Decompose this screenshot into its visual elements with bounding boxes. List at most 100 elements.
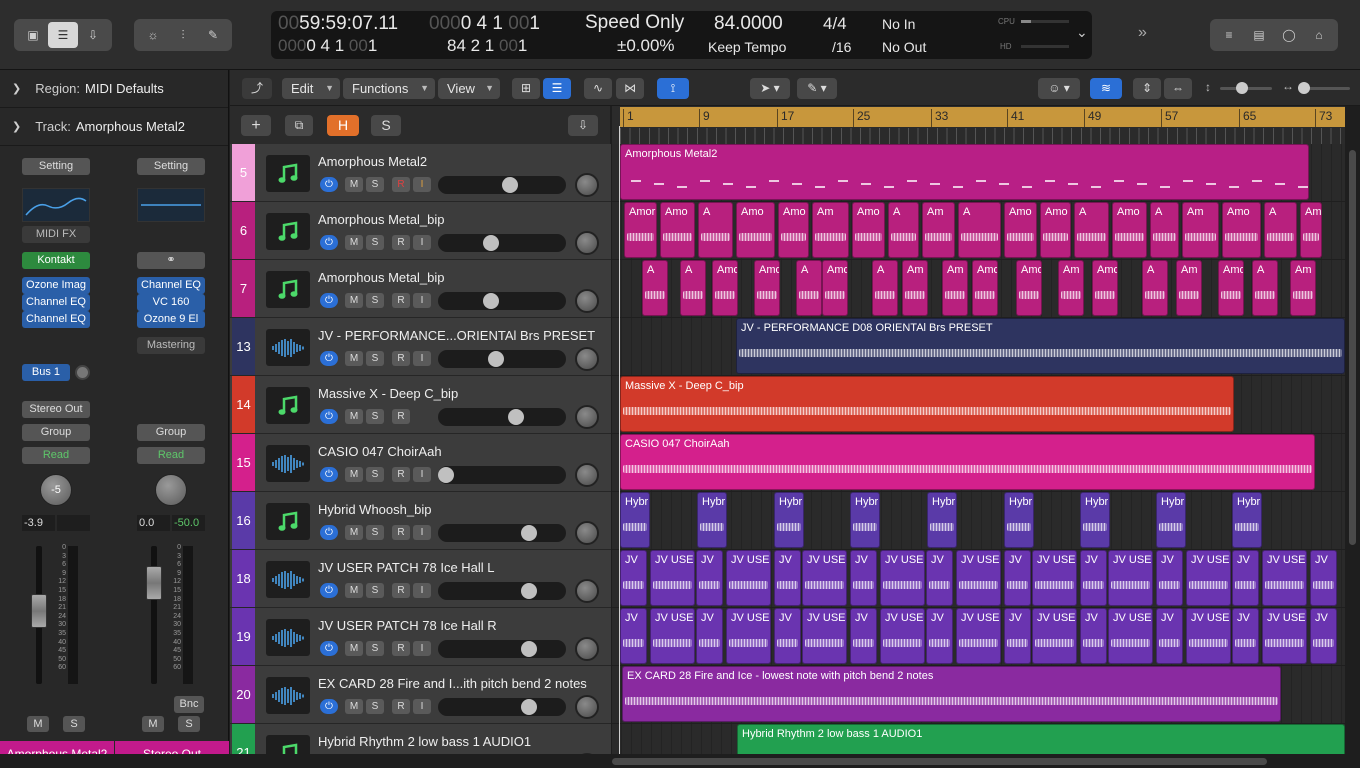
region[interactable]: JV (926, 608, 953, 664)
track-volume-slider[interactable] (438, 292, 566, 310)
region[interactable]: Amo (1004, 202, 1037, 258)
record-enable-button[interactable]: R (392, 235, 410, 250)
automation-icon[interactable]: ∿ (584, 78, 612, 99)
input-monitor-button[interactable]: I (413, 177, 431, 192)
region[interactable]: JV USE (1108, 608, 1153, 664)
input-monitor-button[interactable]: I (413, 467, 431, 482)
track-solo-button[interactable]: S (366, 699, 384, 714)
pointer-tool-icon[interactable]: ➤ ▾ (750, 78, 790, 99)
pencil-tool-icon[interactable]: ✎ ▾ (797, 78, 837, 99)
volume-value[interactable]: 0.0 (137, 515, 170, 531)
region[interactable]: A (872, 260, 898, 316)
region[interactable]: JV (926, 550, 953, 606)
track-solo-button[interactable]: S (366, 293, 384, 308)
setting-button[interactable]: Setting (137, 158, 205, 175)
insert-slot-2[interactable]: VC 160 (137, 294, 205, 311)
group-slot[interactable]: Group (137, 424, 205, 441)
track-mute-button[interactable]: M (345, 641, 363, 656)
insert-slot-1[interactable]: Ozone Imag (22, 277, 90, 294)
region[interactable]: Am (1058, 260, 1084, 316)
track-pan-knob[interactable] (575, 231, 599, 255)
volume-knob[interactable] (521, 583, 537, 599)
region[interactable]: JV USE (880, 550, 925, 606)
track-header[interactable]: 21Hybrid Rhythm 2 low bass 1 AUDIO1⏻MSRI (230, 724, 611, 754)
chevron-down-icon[interactable]: ⌄ (1076, 24, 1088, 41)
track-header[interactable]: 7 Amorphous Metal_bip ⏻ M S R I (230, 260, 611, 318)
power-icon[interactable]: ⏻ (320, 641, 338, 656)
view-menu[interactable]: View ▼ (438, 78, 500, 99)
track-mute-button[interactable]: M (345, 351, 363, 366)
list-view-icon[interactable]: ☰ (543, 78, 571, 99)
track-header[interactable]: 19 JV USER PATCH 78 Ice Hall R ⏻ M S R I (230, 608, 611, 666)
more-icon[interactable]: » (1138, 24, 1147, 42)
track-solo-button[interactable]: S (366, 583, 384, 598)
region[interactable]: JV USE (1186, 608, 1231, 664)
region[interactable]: Am (902, 260, 928, 316)
power-icon[interactable]: ⏻ (320, 293, 338, 308)
region[interactable]: Amo (736, 202, 775, 258)
track-mute-button[interactable]: M (345, 525, 363, 540)
track-header[interactable]: 5 Amorphous Metal2 ⏻ M S R I (230, 144, 611, 202)
track-lane[interactable]: Amor Amo A Amo Amo Am Amo A Am A Amo Amo A Amo A Am Amo A… (612, 202, 1345, 260)
volume-knob[interactable] (488, 351, 504, 367)
track-pan-knob[interactable] (575, 463, 599, 487)
record-enable-button[interactable]: R (392, 583, 410, 598)
insert-slot-3[interactable]: Channel EQ (22, 311, 90, 328)
record-enable-button[interactable]: R (392, 351, 410, 366)
region[interactable]: Am (942, 260, 968, 316)
track-mute-button[interactable]: M (345, 409, 363, 424)
download-icon[interactable]: ⇩ (78, 22, 108, 48)
volume-knob[interactable] (508, 409, 524, 425)
region[interactable]: JV (1156, 608, 1183, 664)
region[interactable]: JV (1310, 550, 1337, 606)
volume-value[interactable]: -3.9 (22, 515, 55, 531)
region[interactable]: JV (1004, 550, 1031, 606)
power-icon[interactable]: ⏻ (320, 409, 338, 424)
link-icon[interactable]: ⚭ (137, 252, 205, 269)
insert-slot-3[interactable]: Ozone 9 El (137, 311, 205, 328)
region[interactable]: Hybr (774, 492, 804, 548)
bar-ruler[interactable]: 1 9 17 25 33 41 49 57 65 73 (612, 106, 1345, 144)
track-solo-button[interactable]: S (366, 235, 384, 250)
region[interactable]: JV USE (956, 550, 1001, 606)
power-icon[interactable]: ⏻ (320, 583, 338, 598)
mute-button[interactable]: M (142, 716, 164, 732)
vertical-scrollbar[interactable] (1349, 150, 1356, 545)
fit-vertical-icon[interactable]: ⇕ (1133, 78, 1161, 99)
region[interactable]: Amo (778, 202, 809, 258)
region[interactable]: JV (1156, 550, 1183, 606)
region[interactable]: JV - PERFORMANCE D08 ORIENTAl Brs PRESET (736, 318, 1345, 374)
volume-fader-cap[interactable] (31, 594, 47, 628)
back-icon[interactable]: ⤴ (242, 78, 272, 99)
track-name[interactable]: Amorphous Metal2 (318, 154, 427, 169)
region[interactable]: A (680, 260, 706, 316)
global-solo-button[interactable]: S (371, 115, 401, 136)
arrange-area[interactable]: Amorphous Metal2 Amor Amo A Amo Amo Am Amo A Am A A… (612, 144, 1345, 754)
duplicate-track-icon[interactable]: ⧉ (285, 115, 313, 136)
catch-icon[interactable]: ⇩ (568, 115, 598, 136)
track-mute-button[interactable]: M (345, 177, 363, 192)
region[interactable]: Amo (712, 260, 738, 316)
send-knob[interactable] (75, 365, 90, 380)
power-icon[interactable]: ⏻ (320, 525, 338, 540)
region[interactable]: Hybr (927, 492, 957, 548)
region[interactable]: Hybrid Rhythm 2 low bass 1 AUDIO1 (737, 724, 1345, 754)
input-monitor-button[interactable]: I (413, 641, 431, 656)
track-lane[interactable]: Massive X - Deep C_bip (612, 376, 1345, 434)
region[interactable]: Massive X - Deep C_bip (620, 376, 1234, 432)
track-volume-slider[interactable] (438, 466, 566, 484)
add-track-button[interactable]: + (241, 115, 271, 136)
track-lane[interactable]: JV JV USE JV JV USE JV JV USE JV JV USE JV JV USE… (612, 608, 1345, 666)
region[interactable]: A (1264, 202, 1297, 258)
region[interactable]: A (698, 202, 733, 258)
eq-thumbnail[interactable] (22, 188, 90, 222)
region[interactable]: JV USE (726, 608, 771, 664)
track-lane[interactable]: Hybrid Rhythm 2 low bass 1 AUDIO1 (612, 724, 1345, 754)
region[interactable]: JV (1310, 608, 1337, 664)
edit-menu[interactable]: Edit ▼ (282, 78, 340, 99)
region[interactable]: JV (1080, 608, 1107, 664)
flex-icon[interactable]: ⋈ (616, 78, 644, 99)
track-pan-knob[interactable] (575, 173, 599, 197)
region[interactable]: JV (774, 608, 801, 664)
region[interactable]: JV USE (650, 608, 695, 664)
